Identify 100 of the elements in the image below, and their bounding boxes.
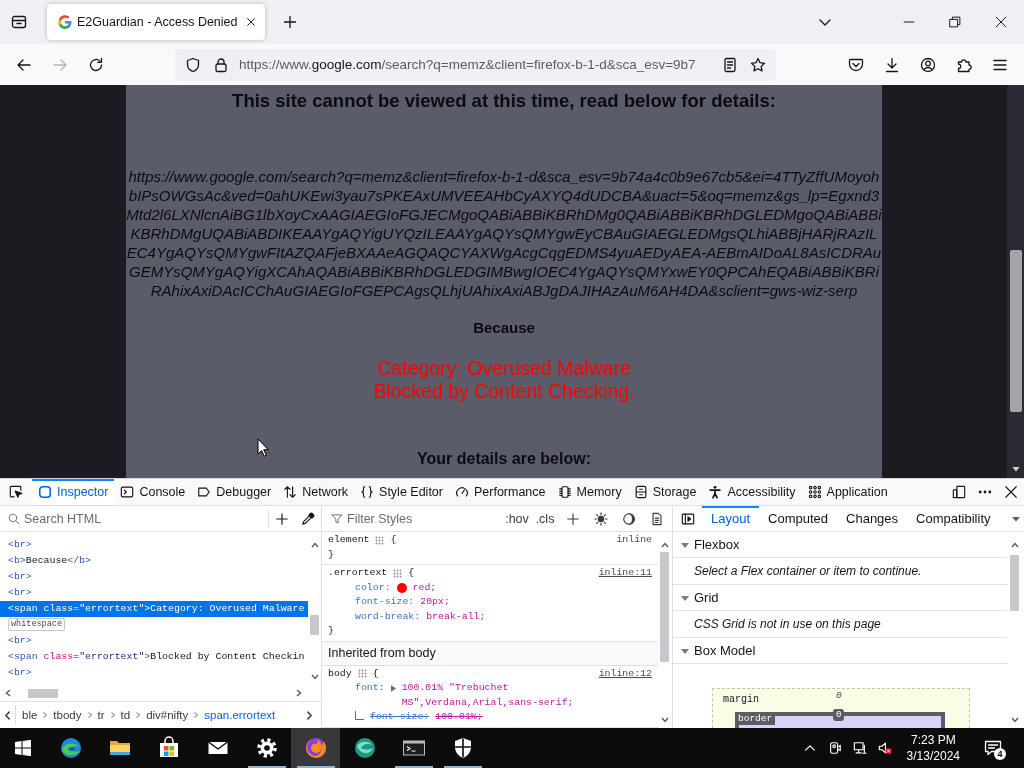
close-brace: } — [328, 625, 334, 636]
devtools-tab[interactable]: Application — [801, 479, 894, 505]
scroll-thumb[interactable] — [660, 552, 669, 662]
braces-icon — [360, 485, 375, 499]
search-field[interactable]: Search HTML — [20, 508, 268, 529]
markup-line[interactable]: <br> — [0, 585, 308, 601]
sidebar-panel-icon — [680, 511, 695, 526]
scroll-thumb[interactable] — [28, 688, 58, 698]
sidebar-tab[interactable]: Changes — [837, 506, 908, 531]
margin-top-value[interactable]: 0 — [836, 690, 842, 701]
person-icon — [708, 485, 723, 499]
puzzle-icon — [956, 56, 972, 73]
document-icon — [722, 56, 738, 73]
arrow-up-icon[interactable] — [660, 541, 669, 549]
arrow-right-icon[interactable] — [295, 689, 303, 697]
breadcrumb[interactable]: span.errortext — [202, 705, 278, 725]
breadcrumb[interactable]: tr — [95, 705, 107, 725]
filter-field[interactable]: Filter Styles — [343, 508, 503, 529]
scroll-thumb[interactable] — [310, 615, 319, 635]
color-swatch-icon[interactable] — [396, 582, 407, 593]
close-icon — [1004, 485, 1018, 499]
chevron-left-icon — [3, 710, 12, 720]
markup-line[interactable]: <br> — [0, 665, 308, 681]
rounded-square-icon — [38, 485, 52, 499]
property-name[interactable]: font-size: — [355, 595, 415, 610]
arrow-up-icon[interactable] — [1010, 541, 1019, 549]
section-title: Box Model — [694, 643, 756, 658]
pseudo-toggle-button[interactable]: .cls — [531, 506, 559, 531]
markup-line[interactable]: <span class="errortext">Blocked by Content Checkin — [0, 649, 308, 665]
devtools-tab[interactable]: Network — [277, 479, 355, 505]
arrow-down-icon[interactable] — [660, 716, 669, 724]
clock-button[interactable]: 7:23 PM 3/13/2024 — [900, 728, 966, 768]
browser-tab[interactable]: E2Guardian - Access Denied — [47, 4, 265, 40]
breadcrumb[interactable]: tbody — [51, 705, 84, 725]
chevron-right-icon — [193, 711, 200, 719]
details-heading: Your details are below: — [417, 449, 591, 469]
markup-line[interactable]: <b>Because</b> — [0, 553, 308, 569]
page-heading: This site cannot be viewed at this time, read below for details: — [232, 90, 776, 111]
scroll-thumb[interactable] — [1010, 555, 1019, 611]
breadcrumb[interactable]: ble — [20, 705, 40, 725]
property-name[interactable]: font-size: — [370, 710, 430, 725]
pseudo-toggle-button[interactable]: :hov — [503, 506, 531, 531]
css-selector: element — [328, 533, 370, 547]
property-value[interactable]: break-all; — [426, 609, 486, 624]
arrow-up-icon[interactable] — [310, 541, 319, 549]
sidebar-tab[interactable]: Computed — [759, 506, 838, 531]
devtools-tab[interactable]: Performance — [448, 479, 552, 505]
property-name[interactable]: color: — [355, 580, 391, 595]
arrow-down-icon[interactable] — [1011, 465, 1020, 473]
inherited-header: Inherited from body — [322, 641, 658, 666]
property-value[interactable]: red; — [412, 580, 437, 595]
markup-line[interactable]: <br> — [0, 569, 308, 585]
arrow-left-icon[interactable] — [4, 689, 12, 697]
devtools-tab[interactable]: Debugger — [191, 479, 278, 505]
property-name[interactable]: word-break: — [355, 609, 421, 624]
devtools-tab[interactable]: Console — [114, 479, 192, 505]
scroll-thumb[interactable] — [1009, 250, 1022, 412]
section-header[interactable]: Grid — [673, 585, 1007, 611]
css-selector: .errortext — [328, 566, 388, 580]
arrow-down-icon[interactable] — [310, 673, 319, 681]
reason-label: Because — [473, 318, 535, 338]
sidebar-tab[interactable]: Layout — [702, 506, 760, 531]
arrow-down-icon[interactable] — [1010, 716, 1019, 724]
dot-grid-icon[interactable] — [393, 568, 403, 578]
page-scrollbar[interactable] — [1007, 85, 1024, 478]
dot-grid-icon[interactable] — [375, 535, 385, 545]
source-link[interactable]: inline:11 — [598, 566, 652, 581]
section-message: CSS Grid is not in use on this page — [694, 617, 881, 631]
markup-line[interactable]: <br> — [0, 537, 308, 553]
sun-icon — [594, 511, 608, 526]
property-value[interactable]: 20px; — [420, 595, 450, 610]
address-bar[interactable]: https://www.google.com/search?q=memz&client=firefox-b-1-d&sca_esv=9b7 — [175, 48, 776, 81]
devtools-tab[interactable]: Memory — [551, 479, 628, 505]
dot-grid-icon[interactable] — [357, 669, 367, 679]
css-selector: body — [328, 666, 352, 681]
breadcrumb[interactable]: td — [118, 705, 133, 725]
source-link[interactable]: inline:12 — [598, 666, 652, 681]
gear-icon — [254, 736, 279, 760]
open-brace: { — [390, 533, 397, 547]
eyedropper-icon — [301, 511, 315, 526]
g-logo-icon — [57, 14, 73, 30]
speech-bubble-icon — [984, 739, 1002, 757]
expand-triangle-icon[interactable] — [390, 685, 396, 692]
border-top-value[interactable]: 0 — [833, 709, 845, 721]
devtools-tab[interactable]: Inspector — [32, 479, 115, 505]
devtools-tab[interactable]: Storage — [627, 479, 703, 505]
property-name[interactable]: font: — [355, 681, 385, 696]
property-value[interactable]: 100.01%; — [435, 710, 483, 725]
sidebar-tab[interactable]: Compatibility — [907, 506, 1000, 531]
breadcrumb[interactable]: div#nifty — [144, 705, 191, 725]
whitespace-badge[interactable]: whitespace — [8, 617, 65, 631]
close-brace: } — [328, 548, 334, 560]
notifications-button[interactable]: 4 — [978, 728, 1008, 768]
devtools-tab[interactable]: Style Editor — [354, 479, 449, 505]
markup-line[interactable]: <br> — [0, 633, 308, 649]
devtools-tab[interactable]: Accessibility — [702, 479, 802, 505]
section-header[interactable]: Flexbox — [673, 532, 1007, 558]
tree-branch-icon — [355, 711, 364, 720]
section-header[interactable]: Box Model — [673, 638, 1007, 664]
property-value[interactable]: 100.01% "Trebuchet MS",Verdana,Arial,sans-serif; — [401, 681, 634, 710]
